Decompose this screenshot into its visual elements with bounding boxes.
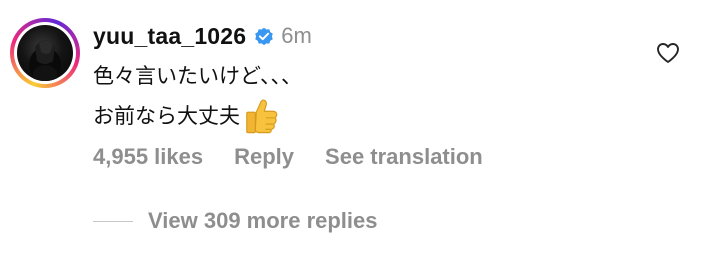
heart-outline-icon[interactable] [656, 42, 680, 64]
thumbs-up-icon [246, 99, 278, 134]
reply-button[interactable]: Reply [234, 144, 294, 170]
comment-line: 色々言いたいけど、、、 [93, 64, 302, 88]
comment-item: yuu_taa_1026 6m 色々言いたいけど、、、 お前なら大丈夫 4,95… [0, 0, 720, 267]
comment-text: 色々言いたいけど、、、 お前なら大丈夫 [93, 56, 302, 136]
comment-header: yuu_taa_1026 6m [93, 19, 312, 53]
verified-badge-icon [255, 27, 274, 46]
likes-count[interactable]: 4,955 likes [93, 144, 203, 170]
view-more-replies-button[interactable]: View 309 more replies [93, 205, 378, 237]
comment-actions: 4,955 likes Reply See translation [93, 142, 483, 172]
comment-line: お前なら大丈夫 [93, 96, 302, 136]
comment-timestamp: 6m [281, 23, 312, 48]
divider-line [93, 220, 133, 222]
avatar-story-ring[interactable] [10, 18, 80, 88]
see-translation-button[interactable]: See translation [325, 144, 483, 170]
avatar[interactable] [17, 25, 73, 81]
avatar-photo [29, 40, 61, 81]
view-more-replies-label: View 309 more replies [148, 208, 378, 233]
username-link[interactable]: yuu_taa_1026 [93, 23, 246, 50]
